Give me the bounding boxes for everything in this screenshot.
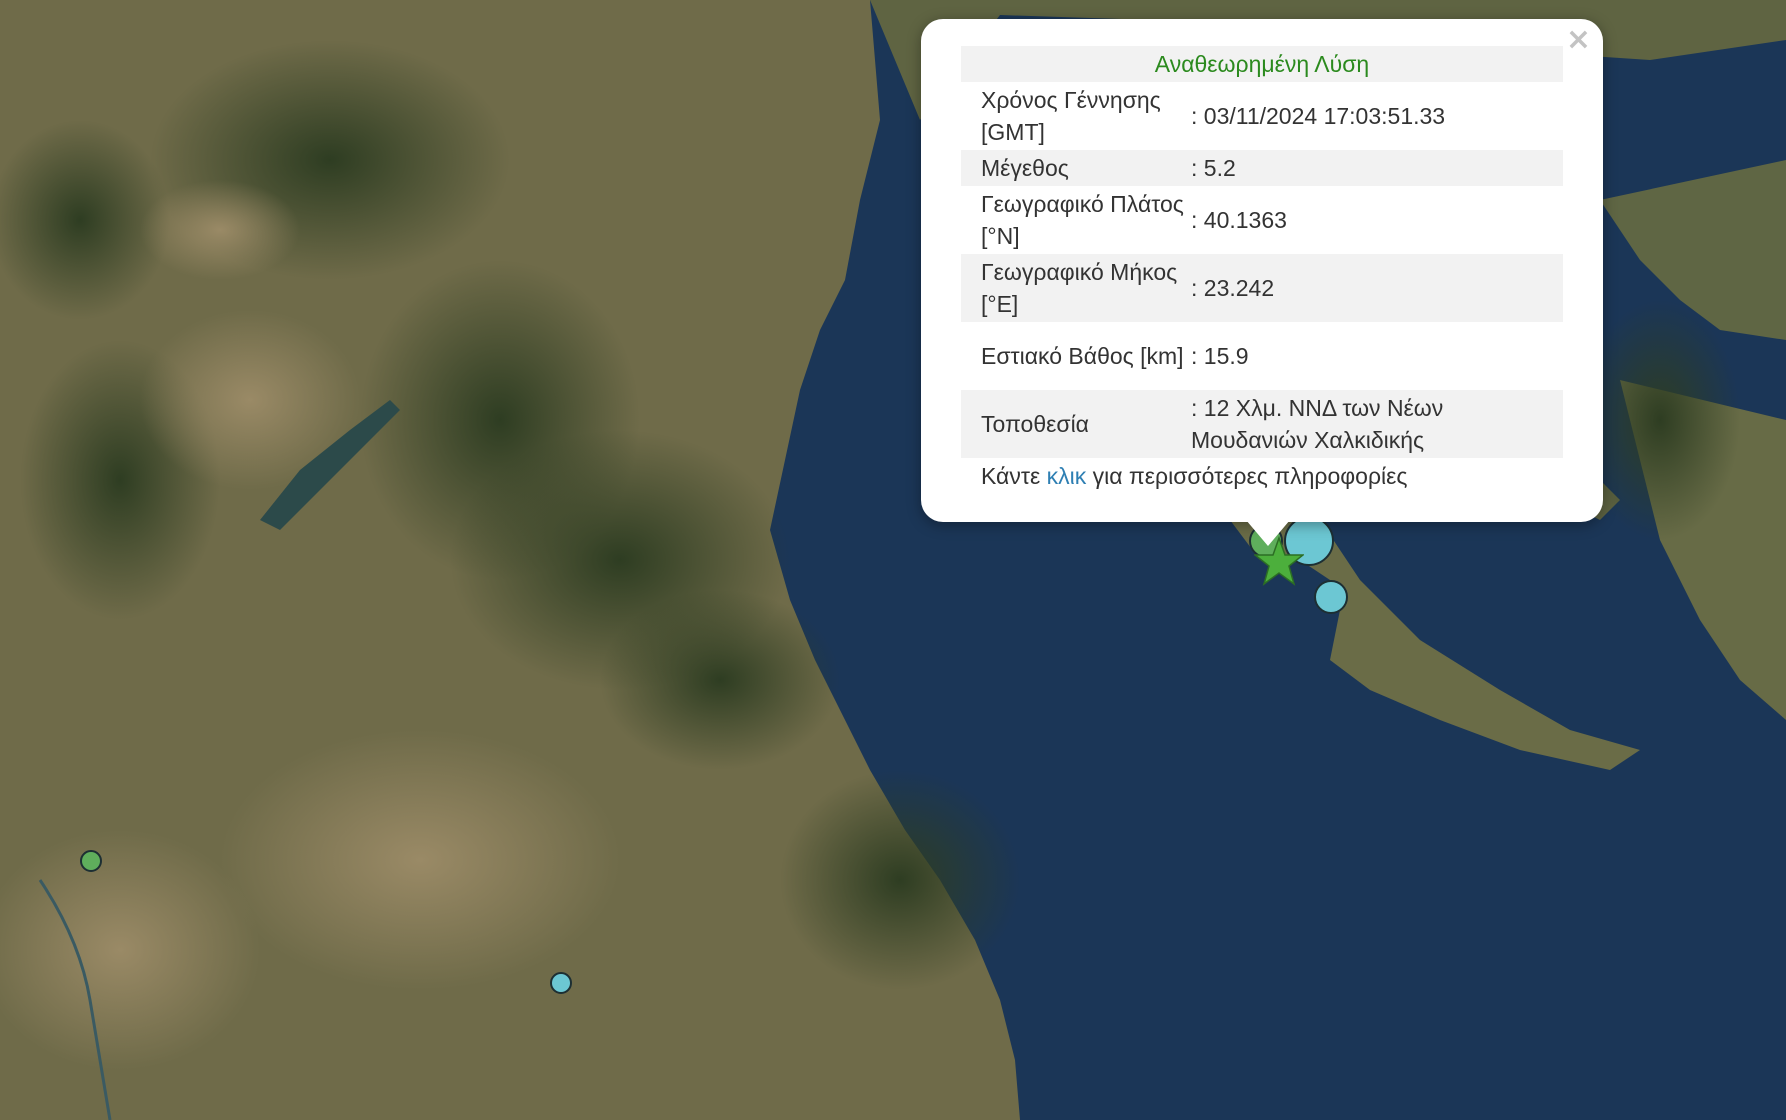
origin-time-value: : 03/11/2024 17:03:51.33 (1191, 103, 1446, 129)
more-info-suffix: για περισσότερες πληροφορίες (1086, 462, 1408, 489)
more-info-line: Κάντε κλικ για περισσότερες πληροφορίες (961, 458, 1563, 494)
latitude-value: : 40.1363 (1191, 207, 1287, 233)
more-info-prefix: Κάντε (981, 462, 1047, 489)
more-info-link[interactable]: κλικ (1047, 463, 1087, 489)
location-value: : 12 Χλμ. ΝΝΔ των Νέων Μουδανιών Χαλκιδι… (1191, 390, 1563, 458)
popup-tip (1246, 520, 1290, 546)
magnitude-label: Μέγεθος (961, 150, 1191, 186)
close-icon[interactable]: × (1566, 25, 1591, 55)
location-label: Τοποθεσία (961, 390, 1191, 458)
event-marker[interactable] (1314, 580, 1348, 614)
latitude-label: Γεωγραφικό Πλάτος [°N] (981, 191, 1184, 249)
magnitude-value: : 5.2 (1191, 150, 1563, 186)
longitude-label: Γεωγραφικό Μήκος [°E] (961, 254, 1191, 322)
depth-label: Εστιακό Βάθος [km] (981, 343, 1184, 369)
depth-value: : 15.9 (1191, 343, 1249, 369)
event-details-table: Αναθεωρημένη Λύση Χρόνος Γέννησης [GMT] … (961, 46, 1563, 494)
longitude-value: : 23.242 (1191, 254, 1563, 322)
event-popup: × Αναθεωρημένη Λύση Χρόνος Γέννησης [GMT… (921, 19, 1603, 522)
origin-time-label: Χρόνος Γέννησης [GMT] (981, 87, 1161, 145)
event-marker[interactable] (550, 972, 572, 994)
event-marker[interactable] (80, 850, 102, 872)
popup-title: Αναθεωρημένη Λύση (961, 46, 1563, 82)
